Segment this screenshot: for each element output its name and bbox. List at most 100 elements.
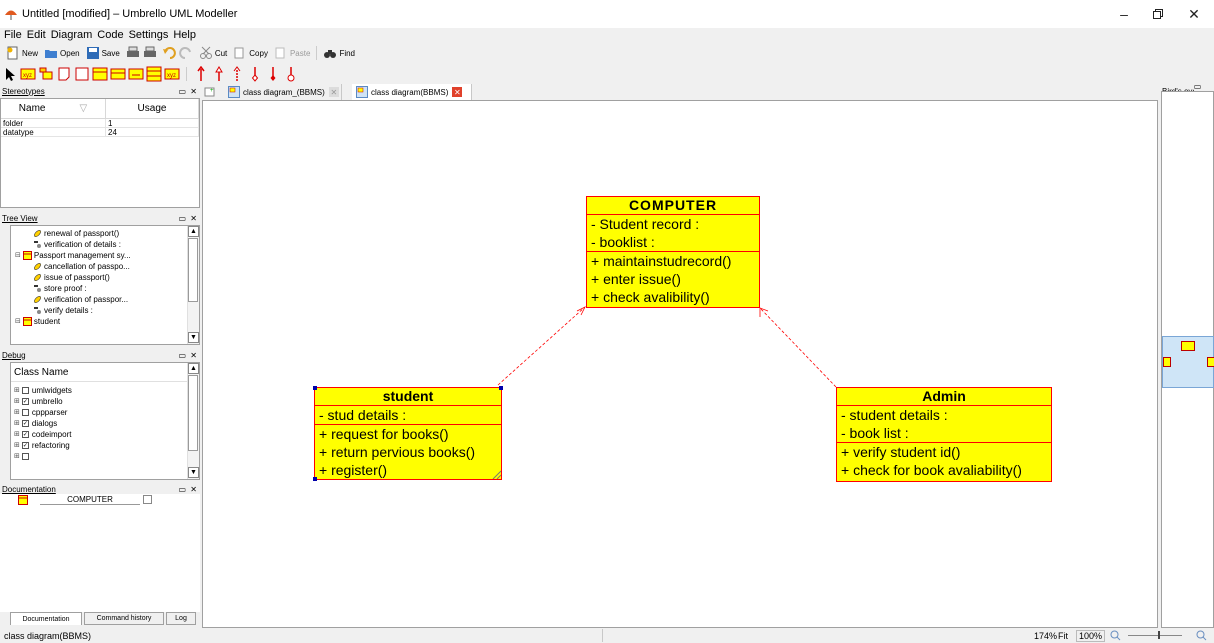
select-arrow-icon[interactable] — [2, 66, 18, 82]
scroll-up-icon[interactable]: ▲ — [188, 363, 199, 374]
close-window-button[interactable]: ✕ — [1174, 0, 1214, 28]
expand-icon[interactable]: ⊞ — [14, 430, 20, 438]
expand-icon[interactable]: ⊞ — [14, 419, 20, 427]
class-attribute[interactable]: - booklist : — [587, 233, 759, 251]
zoom-100-button[interactable]: 100% — [1076, 629, 1106, 642]
class-operation[interactable]: + check for book avaliability() — [837, 461, 1051, 479]
tab-close-icon[interactable]: ✕ — [328, 87, 339, 97]
note-tool-icon[interactable] — [56, 66, 72, 82]
selection-handle[interactable] — [313, 386, 317, 390]
dependency-line-student-computer[interactable] — [497, 306, 586, 386]
class-operation[interactable]: + enter issue() — [587, 270, 759, 288]
zoom-slider[interactable] — [1128, 631, 1182, 639]
diagram-canvas[interactable]: COMPUTER - Student record : - booklist :… — [202, 100, 1158, 628]
association-tool-icon[interactable] — [193, 66, 209, 82]
find-button[interactable]: Find — [323, 46, 355, 60]
undo-icon[interactable] — [162, 46, 176, 60]
entity-tool-icon[interactable] — [146, 66, 162, 82]
scroll-down-icon[interactable]: ▼ — [188, 467, 199, 478]
scroll-up-icon[interactable]: ▲ — [188, 226, 199, 237]
tree-item[interactable]: ⊟ student — [15, 316, 60, 326]
checkbox[interactable] — [21, 452, 29, 460]
class-operation[interactable]: + verify student id() — [837, 443, 1051, 461]
aggregation-tool-icon[interactable] — [247, 66, 263, 82]
dock-float-close-controls[interactable]: ▭ ✕ — [179, 485, 198, 494]
documentation-checkbox[interactable] — [143, 495, 152, 504]
tab-log[interactable]: Log — [166, 612, 196, 625]
zoom-out-icon[interactable] — [1110, 630, 1121, 641]
documentation-name-field[interactable]: COMPUTER — [40, 495, 140, 505]
expand-icon[interactable]: ⊞ — [14, 441, 20, 449]
collapse-icon[interactable]: ⊟ — [15, 317, 21, 325]
debug-scrollbar[interactable]: ▲ ▼ — [187, 363, 199, 479]
col-header-name[interactable]: Name ▽ — [1, 99, 106, 118]
box-tool-icon[interactable] — [74, 66, 90, 82]
menu-help[interactable]: Help — [173, 29, 196, 41]
menu-file[interactable]: File — [4, 29, 22, 41]
debug-item[interactable]: ⊞ cppparser — [14, 407, 67, 417]
scroll-thumb[interactable] — [188, 238, 198, 302]
paste-button[interactable]: Paste — [274, 46, 310, 60]
save-button[interactable]: Save — [86, 46, 120, 60]
expand-icon[interactable]: ⊞ — [14, 386, 20, 394]
debug-column-header[interactable]: Class Name — [14, 367, 68, 378]
collapse-icon[interactable]: ⊟ — [15, 251, 21, 259]
checkbox-checked[interactable]: ✓ — [21, 397, 29, 405]
class-attribute[interactable]: - stud details : — [315, 406, 501, 424]
dependency-line-admin-computer[interactable] — [759, 307, 837, 388]
debug-item[interactable]: ⊞ ✓ refactoring — [14, 440, 70, 450]
tab-command-history[interactable]: Command history — [84, 612, 164, 625]
class-operation[interactable]: + register() — [315, 461, 501, 479]
menu-edit[interactable]: Edit — [27, 29, 46, 41]
zoom-fit-button[interactable]: Fit — [1058, 631, 1068, 641]
birdseye-panel[interactable] — [1161, 91, 1214, 628]
class-attribute[interactable]: - student details : — [837, 406, 1051, 424]
uml-class-student[interactable]: student - stud details : + request for b… — [313, 386, 503, 481]
checkbox-checked[interactable]: ✓ — [21, 441, 29, 449]
interface-tool-icon[interactable] — [92, 66, 108, 82]
tree-item[interactable]: verification of passpor... — [33, 294, 128, 304]
template-tool-icon[interactable]: xyz — [164, 66, 180, 82]
tree-item[interactable]: verify details : — [33, 305, 93, 315]
debug-item[interactable]: ⊞ ✓ umbrello — [14, 396, 63, 406]
new-button[interactable]: New — [6, 46, 38, 60]
class-operation[interactable]: + request for books() — [315, 425, 501, 443]
expand-icon[interactable]: ⊞ — [14, 408, 20, 416]
redo-icon[interactable] — [179, 46, 193, 60]
dependency-tool-icon[interactable] — [229, 66, 245, 82]
enum-tool-icon[interactable] — [128, 66, 144, 82]
print-icon[interactable] — [126, 46, 140, 60]
debug-item[interactable]: ⊞ — [14, 451, 32, 461]
birdseye-viewport[interactable] — [1162, 336, 1214, 388]
uml-class-computer[interactable]: COMPUTER - Student record : - booklist :… — [586, 196, 760, 308]
checkbox[interactable] — [21, 386, 29, 394]
class-operation[interactable]: + check avalibility() — [587, 288, 759, 306]
menu-settings[interactable]: Settings — [129, 29, 169, 41]
print-preview-icon[interactable] — [143, 46, 157, 60]
zoom-slider-handle[interactable] — [1158, 631, 1160, 639]
checkbox-checked[interactable]: ✓ — [21, 430, 29, 438]
tree-item[interactable]: cancellation of passpo... — [33, 261, 130, 271]
uml-class-admin[interactable]: Admin - student details : - book list : … — [836, 387, 1052, 482]
scroll-down-icon[interactable]: ▼ — [188, 332, 199, 343]
debug-item[interactable]: ⊞ umlwidgets — [14, 385, 72, 395]
resize-grip-icon[interactable] — [491, 469, 501, 479]
checkbox[interactable] — [21, 408, 29, 416]
table-row[interactable]: datatype 24 — [1, 128, 199, 137]
tree-item[interactable]: issue of passport() — [33, 272, 110, 282]
debug-item[interactable]: ⊞ ✓ codeimport — [14, 429, 71, 439]
col-header-usage[interactable]: Usage — [106, 99, 199, 118]
tree-item[interactable]: store proof : — [33, 283, 87, 293]
checkbox-checked[interactable]: ✓ — [21, 419, 29, 427]
tree-item[interactable]: ⊟ Passport management sy... — [15, 250, 131, 260]
dock-float-close-controls[interactable]: ▭ ✕ — [179, 87, 198, 96]
new-tab-icon[interactable]: + — [204, 86, 216, 98]
zoom-in-icon[interactable] — [1196, 630, 1207, 641]
tab-class-diagram-bbms[interactable]: class diagram(BBMS) ✕ — [352, 84, 472, 100]
class-operation[interactable]: + maintainstudrecord() — [587, 252, 759, 270]
class-attribute[interactable]: - Student record : — [587, 215, 759, 233]
tab-class-diagram-bbms-alt[interactable]: class diagram_(BBMS) ✕ — [224, 84, 342, 100]
expand-icon[interactable]: ⊞ — [14, 452, 20, 460]
copy-button[interactable]: Copy — [233, 46, 268, 60]
menu-code[interactable]: Code — [97, 29, 123, 41]
